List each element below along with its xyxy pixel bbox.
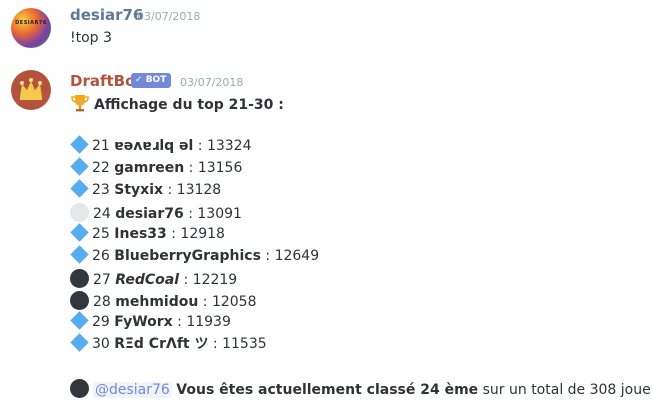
score: 13156 [197, 160, 243, 176]
avatar-text: DESIAR76 [15, 20, 47, 26]
player-name: mehmidou [115, 294, 199, 310]
message-content: !top 3 [70, 30, 112, 46]
leaderboard-row: 22 gamreen : 13156 [70, 157, 243, 177]
trophy-icon [71, 95, 89, 112]
player-name: ɐǝʌɐɹlq ǝl [114, 138, 194, 154]
score: 12058 [211, 294, 257, 310]
crown-icon [20, 78, 42, 100]
leaderboard-row: 24 desiar76 : 13091 [70, 203, 242, 223]
player-name: FyWorx [114, 314, 173, 330]
leaderboard-row: 30 RΞd CrΛft ツ : 11535 [70, 333, 267, 353]
rank: 26 [92, 248, 110, 264]
rank: 23 [92, 182, 110, 198]
player-name: RedCoal [115, 272, 180, 288]
black-circle-icon [70, 269, 89, 288]
username-desiar76[interactable]: desiar76 [70, 6, 143, 24]
rank: 24 [93, 206, 111, 222]
black-circle-icon [70, 291, 89, 310]
leaderboard-row: 29 FyWorx : 11939 [70, 311, 231, 331]
rank-summary: @desiar76 Vous êtes actuellement classé … [70, 379, 652, 399]
rank: 27 [93, 272, 111, 288]
top-title-text: Affichage du top 21-30 : [94, 97, 284, 113]
player-name: desiar76 [115, 206, 184, 222]
blue-diamond-icon [70, 245, 89, 264]
user-mention[interactable]: @desiar76 [93, 382, 172, 398]
player-name: BlueberryGraphics [114, 248, 261, 264]
rank: 22 [92, 160, 110, 176]
bot-badge-label: BOT [145, 75, 167, 85]
leaderboard-row: 25 Ines33 : 12918 [70, 223, 225, 243]
player-name: RΞd CrΛft ツ [114, 336, 209, 352]
leaderboard-row: 26 BlueberryGraphics : 12649 [70, 245, 320, 265]
rank: 29 [92, 314, 110, 330]
player-name: gamreen [114, 160, 185, 176]
rank-summary-bold: Vous êtes actuellement classé 24 ème [176, 382, 479, 398]
blue-diamond-icon [70, 157, 89, 176]
score: 11939 [186, 314, 231, 330]
rank: 28 [93, 294, 111, 310]
white-circle-icon [70, 203, 89, 222]
player-name: Styxix [114, 182, 164, 198]
blue-diamond-icon [70, 135, 89, 154]
blue-diamond-icon [70, 223, 89, 242]
score: 13128 [176, 182, 222, 198]
timestamp: 03/07/2018 [137, 10, 201, 23]
player-name: Ines33 [114, 226, 167, 242]
score: 12918 [180, 226, 225, 242]
avatar-desiar76[interactable]: DESIAR76 [11, 8, 51, 48]
blue-diamond-icon [70, 311, 89, 330]
rank-summary-rest: sur un total de 308 joueurs ! [482, 382, 652, 398]
rank: 25 [92, 226, 110, 242]
blue-diamond-icon [70, 333, 89, 352]
check-icon: ✓ [135, 75, 143, 85]
timestamp: 03/07/2018 [180, 76, 244, 89]
blue-diamond-icon [70, 179, 89, 198]
rank: 30 [92, 336, 110, 352]
score: 11535 [222, 336, 267, 352]
top-title: Affichage du top 21-30 : [70, 94, 284, 114]
leaderboard-row: 21 ɐǝʌɐɹlq ǝl : 13324 [70, 135, 252, 155]
bot-badge: ✓ BOT [131, 73, 172, 88]
score: 12219 [192, 272, 238, 288]
avatar-draftbot[interactable] [11, 70, 51, 110]
leaderboard-row: 27 RedCoal : 12219 [70, 269, 237, 289]
black-circle-icon [70, 379, 89, 398]
score: 13091 [197, 206, 242, 222]
score: 12649 [274, 248, 320, 264]
rank: 21 [92, 138, 110, 154]
leaderboard-row: 28 mehmidou : 12058 [70, 291, 257, 311]
score: 13324 [206, 138, 252, 154]
leaderboard-row: 23 Styxix : 13128 [70, 179, 222, 199]
